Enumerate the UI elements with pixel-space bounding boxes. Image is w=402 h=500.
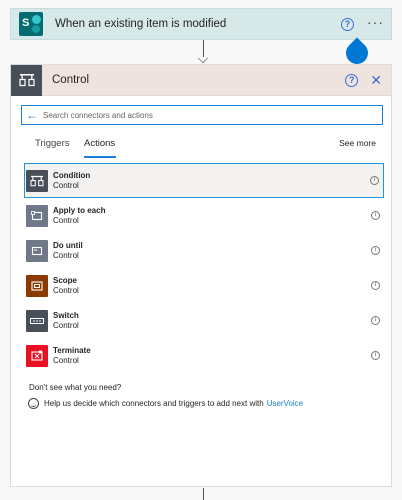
- control-card: Control ? ✕ ← Triggers Actions See more: [10, 64, 392, 487]
- tab-triggers[interactable]: Triggers: [35, 138, 70, 149]
- action-connector: Control: [53, 180, 79, 190]
- control-card-title: Control: [52, 74, 90, 86]
- action-name: Condition: [53, 170, 91, 180]
- action-item-terminate[interactable]: Terminate Control i: [24, 338, 384, 373]
- footer-help-text: Help us decide which connectors and trig…: [44, 399, 264, 408]
- search-input[interactable]: [43, 110, 382, 120]
- footer-feedback: Help us decide which connectors and trig…: [28, 398, 303, 409]
- do-until-icon: [26, 239, 48, 262]
- action-connector: Control: [53, 215, 79, 225]
- info-icon[interactable]: i: [371, 316, 380, 325]
- see-more-link[interactable]: See more: [339, 138, 376, 148]
- terminate-icon: [26, 344, 48, 367]
- action-name: Switch: [53, 310, 79, 320]
- uservoice-link[interactable]: UserVoice: [267, 399, 303, 408]
- connector-arrow-icon: [197, 52, 209, 64]
- condition-icon: [26, 169, 48, 192]
- more-options-icon[interactable]: ···: [367, 15, 384, 31]
- trigger-help-icon[interactable]: ?: [341, 17, 354, 31]
- action-connector: Control: [53, 250, 79, 260]
- action-item-apply-to-each[interactable]: Apply to each Control i: [24, 198, 384, 233]
- switch-icon: [26, 309, 48, 332]
- info-icon[interactable]: i: [370, 176, 379, 185]
- action-item-do-until[interactable]: Do until Control i: [24, 233, 384, 268]
- control-icon: [11, 64, 42, 96]
- info-icon[interactable]: i: [371, 351, 380, 360]
- trigger-title: When an existing item is modified: [55, 18, 227, 30]
- search-box[interactable]: ←: [21, 105, 383, 125]
- footer-question: Don't see what you need?: [29, 383, 122, 392]
- action-connector: Control: [53, 320, 79, 330]
- action-name: Scope: [53, 275, 78, 285]
- info-icon[interactable]: i: [371, 246, 380, 255]
- connector-line-bottom: [203, 488, 204, 500]
- action-name: Apply to each: [53, 205, 106, 215]
- action-item-switch[interactable]: Switch Control i: [24, 303, 384, 338]
- scope-icon: [26, 274, 48, 297]
- tab-bar: Triggers Actions See more: [11, 136, 391, 160]
- smiley-icon: [28, 398, 39, 409]
- tab-actions[interactable]: Actions: [84, 138, 115, 149]
- action-name: Do until: [53, 240, 83, 250]
- action-item-condition[interactable]: Condition Control i: [24, 163, 384, 198]
- action-list: Condition Control i Apply to each Contro…: [24, 163, 384, 373]
- action-connector: Control: [53, 285, 79, 295]
- trigger-card[interactable]: S When an existing item is modified ? ··…: [10, 8, 392, 40]
- active-tab-indicator: [84, 156, 116, 158]
- apply-to-each-icon: [26, 204, 48, 227]
- sharepoint-icon: S: [19, 12, 43, 36]
- back-arrow-icon[interactable]: ←: [26, 109, 38, 121]
- info-icon[interactable]: i: [371, 211, 380, 220]
- info-icon[interactable]: i: [371, 281, 380, 290]
- control-card-header[interactable]: Control ? ✕: [11, 64, 391, 96]
- action-connector: Control: [53, 355, 79, 365]
- control-help-icon[interactable]: ?: [345, 73, 359, 87]
- action-name: Terminate: [53, 345, 91, 355]
- action-item-scope[interactable]: Scope Control i: [24, 268, 384, 303]
- close-icon[interactable]: ✕: [370, 73, 382, 87]
